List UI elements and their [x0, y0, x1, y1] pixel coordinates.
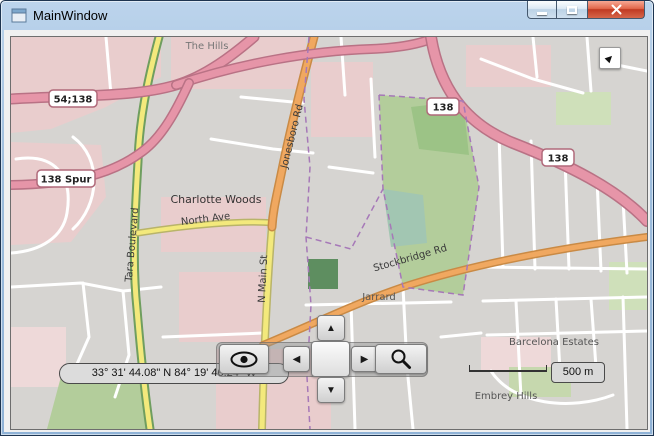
label-the-hills: The Hills — [185, 41, 229, 52]
close-icon — [611, 4, 621, 15]
titlebar[interactable]: MainWindow — [1, 1, 653, 30]
pan-up-button[interactable]: ▲ — [317, 315, 345, 341]
magnifier-icon — [391, 349, 411, 369]
shield-138-b-label: 138 — [548, 154, 569, 165]
map-view[interactable]: 54;138 138 Spur 138 138 North Ave N Main… — [10, 36, 648, 430]
arrow-right-icon: ▶ — [360, 353, 369, 365]
window-title: MainWindow — [33, 8, 108, 23]
shield-138-spur-label: 138 Spur — [41, 175, 92, 186]
shield-138-b: 138 — [541, 148, 575, 167]
window-icon — [11, 8, 27, 23]
arrow-up-icon: ▲ — [326, 322, 336, 334]
maximize-button[interactable] — [557, 1, 587, 19]
shield-54-138-label: 54;138 — [54, 95, 93, 106]
pan-down-button[interactable]: ▼ — [317, 377, 345, 403]
eye-view-button[interactable] — [219, 344, 269, 374]
pan-center-button[interactable] — [311, 341, 350, 377]
arrow-left-icon: ◀ — [292, 353, 301, 365]
client-area: 54;138 138 Spur 138 138 North Ave N Main… — [4, 30, 650, 432]
label-embrey-hills: Embrey Hills — [475, 391, 538, 402]
maximize-icon — [567, 5, 577, 14]
shield-54-138: 54;138 — [48, 89, 98, 108]
eye-icon — [230, 351, 258, 367]
label-barcelona-estates: Barcelona Estates — [509, 337, 599, 348]
close-button[interactable] — [587, 1, 645, 19]
pan-left-button[interactable]: ◀ — [283, 346, 310, 372]
scale-bar — [469, 365, 547, 372]
caption-buttons — [527, 1, 645, 19]
scale-label: 500 m — [551, 362, 605, 383]
arrow-down-icon: ▼ — [326, 384, 336, 396]
minimize-button[interactable] — [527, 1, 557, 19]
label-jarrard: Jarrard — [361, 292, 396, 303]
shield-138-spur: 138 Spur — [36, 169, 96, 188]
label-charlotte-woods: Charlotte Woods — [171, 193, 262, 206]
main-window: MainWindow 54;138 138 Spur 138 138 North… — [0, 0, 654, 436]
cursor-arrow-icon: ▲ — [600, 48, 620, 68]
minimize-icon — [537, 11, 547, 15]
shield-138-a: 138 — [426, 97, 460, 116]
zoom-search-button[interactable] — [375, 344, 427, 374]
pointer-tool-button[interactable]: ▲ — [599, 47, 621, 69]
pan-right-button[interactable]: ▶ — [351, 346, 378, 372]
shield-138-a-label: 138 — [433, 103, 454, 114]
